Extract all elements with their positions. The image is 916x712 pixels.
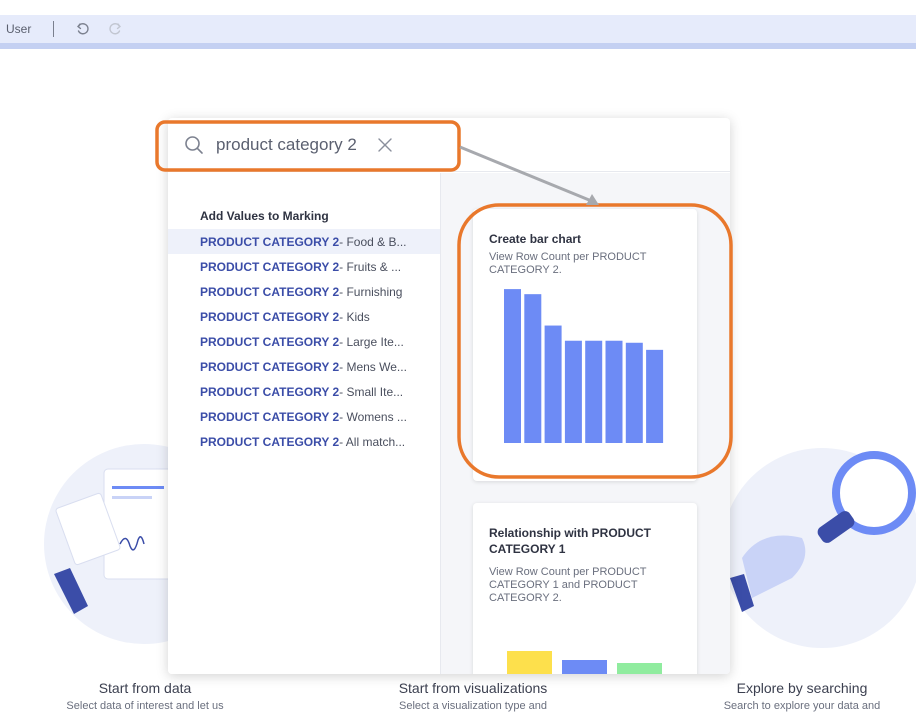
list-item[interactable]: PRODUCT CATEGORY 2 - Kids bbox=[168, 304, 440, 329]
item-value: - Mens We... bbox=[339, 359, 407, 374]
bar bbox=[504, 289, 521, 443]
marking-values-list: Add Values to Marking PRODUCT CATEGORY 2… bbox=[168, 173, 440, 674]
list-item[interactable]: PRODUCT CATEGORY 2 - Furnishing bbox=[168, 279, 440, 304]
bar bbox=[544, 325, 562, 443]
item-key: PRODUCT CATEGORY 2 bbox=[200, 409, 340, 424]
item-value: - Furnishing bbox=[339, 284, 403, 299]
bar bbox=[524, 294, 542, 443]
feature-title: Start from data bbox=[98, 680, 192, 696]
search-panel: Add Values to Marking PRODUCT CATEGORY 2… bbox=[168, 118, 730, 674]
item-key: PRODUCT CATEGORY 2 bbox=[200, 334, 340, 349]
feature-subtitle: Select data of interest and let us bbox=[66, 700, 224, 712]
create-bar-chart-card[interactable]: Create bar chart View Row Count per PROD… bbox=[473, 209, 697, 481]
item-key: PRODUCT CATEGORY 2 bbox=[200, 434, 340, 449]
explore-by-searching-illustration bbox=[722, 448, 916, 648]
undo-icon[interactable] bbox=[74, 20, 92, 38]
list-item[interactable]: PRODUCT CATEGORY 2 - Food & B... bbox=[168, 229, 440, 254]
item-key: PRODUCT CATEGORY 2 bbox=[200, 384, 340, 399]
item-value: - Womens ... bbox=[339, 409, 407, 424]
item-value: - Food & B... bbox=[339, 234, 407, 249]
visualization-suggestions: Create bar chart View Row Count per PROD… bbox=[441, 173, 730, 674]
bar-chart-preview bbox=[504, 289, 664, 443]
list-item[interactable]: PRODUCT CATEGORY 2 - Large Ite... bbox=[168, 329, 440, 354]
bar bbox=[625, 342, 643, 443]
item-key: PRODUCT CATEGORY 2 bbox=[200, 359, 340, 374]
feature-title: Start from visualizations bbox=[398, 680, 548, 696]
item-value: - Large Ite... bbox=[339, 334, 404, 349]
bar bbox=[562, 660, 607, 674]
bar bbox=[585, 340, 603, 443]
item-value: - All match... bbox=[339, 434, 406, 449]
user-label[interactable]: User bbox=[6, 22, 31, 36]
search-input[interactable] bbox=[216, 132, 366, 158]
top-toolbar: User bbox=[0, 15, 916, 49]
item-value: - Fruits & ... bbox=[339, 259, 402, 274]
bar bbox=[564, 340, 582, 443]
item-key: PRODUCT CATEGORY 2 bbox=[200, 309, 340, 324]
list-item[interactable]: PRODUCT CATEGORY 2 - Small Ite... bbox=[168, 379, 440, 404]
item-value: - Small Ite... bbox=[339, 384, 404, 399]
feature-start-from-visualizations[interactable]: Start from visualizations Select a visua… bbox=[363, 680, 583, 712]
search-bar bbox=[168, 118, 730, 172]
item-value: - Kids bbox=[339, 309, 370, 324]
bar bbox=[605, 340, 623, 443]
toolbar-divider bbox=[53, 21, 55, 37]
relationship-card[interactable]: Relationship with PRODUCT CATEGORY 1 Vie… bbox=[473, 503, 697, 674]
item-key: PRODUCT CATEGORY 2 bbox=[200, 234, 340, 249]
feature-subtitle: Select a visualization type and bbox=[399, 700, 547, 712]
feature-title: Explore by searching bbox=[736, 680, 868, 696]
item-key: PRODUCT CATEGORY 2 bbox=[200, 284, 340, 299]
magnifier-hand-icon bbox=[730, 451, 916, 612]
item-key: PRODUCT CATEGORY 2 bbox=[200, 259, 340, 274]
bar bbox=[617, 663, 662, 674]
list-item[interactable]: PRODUCT CATEGORY 2 - Womens ... bbox=[168, 404, 440, 429]
bar bbox=[507, 651, 552, 674]
list-item[interactable]: PRODUCT CATEGORY 2 - Mens We... bbox=[168, 354, 440, 379]
list-header: Add Values to Marking bbox=[200, 209, 329, 223]
list-item[interactable]: PRODUCT CATEGORY 2 - Fruits & ... bbox=[168, 254, 440, 279]
list-item[interactable]: PRODUCT CATEGORY 2 - All match... bbox=[168, 429, 440, 454]
feature-subtitle: Search to explore your data and bbox=[723, 700, 881, 712]
bar bbox=[646, 349, 664, 443]
marking-list: PRODUCT CATEGORY 2 - Food & B... PRODUCT… bbox=[168, 229, 440, 454]
search-icon bbox=[184, 135, 204, 155]
feature-start-from-data[interactable]: Start from data Select data of interest … bbox=[35, 680, 255, 712]
feature-explore-by-searching[interactable]: Explore by searching Search to explore y… bbox=[692, 680, 912, 712]
bar-chart-preview bbox=[507, 651, 662, 674]
close-icon[interactable] bbox=[377, 137, 393, 153]
redo-icon[interactable] bbox=[106, 20, 124, 38]
